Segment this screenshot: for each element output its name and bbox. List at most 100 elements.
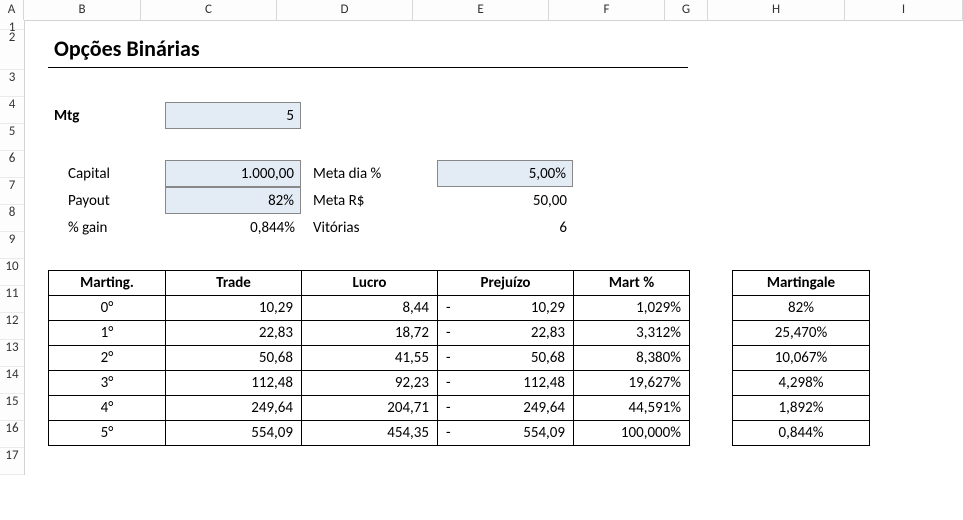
row-header-2[interactable]: 2 xyxy=(0,30,24,70)
col-trade[interactable]: Trade xyxy=(166,271,302,296)
prejuizo-value: 554,09 xyxy=(523,424,565,442)
trade-cell[interactable]: 22,83 xyxy=(166,321,302,346)
row-header-8[interactable]: 8 xyxy=(0,205,24,232)
row-headers: 1 2 3 4 5 6 7 8 9 10 11 12 13 14 15 16 1… xyxy=(0,20,25,475)
row-header-13[interactable]: 13 xyxy=(0,340,24,367)
col-prejuizo[interactable]: Prejuízo xyxy=(438,271,574,296)
lucro-cell[interactable]: 8,44 xyxy=(302,296,438,321)
lucro-cell[interactable]: 41,55 xyxy=(302,346,438,371)
row-header-3[interactable]: 3 xyxy=(0,70,24,97)
table-header-row: Marting. Trade Lucro Prejuízo Mart % xyxy=(49,271,690,296)
prejuizo-value: 10,29 xyxy=(531,299,565,317)
side-row: 82% xyxy=(733,296,870,321)
meta-dia-input[interactable]: 5,00% xyxy=(437,160,573,187)
row-header-11[interactable]: 11 xyxy=(0,286,24,313)
prejuizo-cell[interactable]: -10,29 xyxy=(438,296,574,321)
spreadsheet: A B C D E F G H I 1 2 3 4 5 6 7 8 9 10 1… xyxy=(0,0,963,520)
side-cell[interactable]: 10,067% xyxy=(733,346,870,371)
martpct-cell[interactable]: 1,029% xyxy=(574,296,690,321)
row-header-4[interactable]: 4 xyxy=(0,97,24,124)
marting-cell[interactable]: 2° xyxy=(49,346,166,371)
side-row: 25,470% xyxy=(733,321,870,346)
col-martpct[interactable]: Mart % xyxy=(574,271,690,296)
row-header-6[interactable]: 6 xyxy=(0,151,24,178)
prejuizo-value: 50,68 xyxy=(531,349,565,367)
row-header-14[interactable]: 14 xyxy=(0,367,24,394)
side-header[interactable]: Martingale xyxy=(733,271,870,296)
col-header-I[interactable]: I xyxy=(845,0,963,20)
prejuizo-value: 22,83 xyxy=(531,324,565,342)
side-cell[interactable]: 1,892% xyxy=(733,396,870,421)
row-header-9[interactable]: 9 xyxy=(0,232,24,259)
side-cell[interactable]: 4,298% xyxy=(733,371,870,396)
marting-cell[interactable]: 4° xyxy=(49,396,166,421)
row-header-7[interactable]: 7 xyxy=(0,178,24,205)
meta-rs-label: Meta R$ xyxy=(307,187,437,214)
marting-cell[interactable]: 0° xyxy=(49,296,166,321)
martpct-cell[interactable]: 8,380% xyxy=(574,346,690,371)
martingale-table: Marting. Trade Lucro Prejuízo Mart % 0°1… xyxy=(48,270,690,446)
marting-cell[interactable]: 1° xyxy=(49,321,166,346)
col-header-B[interactable]: B xyxy=(24,0,141,20)
vitorias-value: 6 xyxy=(437,214,573,241)
row-header-17[interactable]: 17 xyxy=(0,448,24,475)
row-header-5[interactable]: 5 xyxy=(0,124,24,151)
marting-cell[interactable]: 5° xyxy=(49,421,166,446)
meta-dia-label: Meta dia % xyxy=(307,160,437,187)
row-header-12[interactable]: 12 xyxy=(0,313,24,340)
col-header-C[interactable]: C xyxy=(141,0,277,20)
trade-cell[interactable]: 249,64 xyxy=(166,396,302,421)
prejuizo-value: 112,48 xyxy=(523,374,565,392)
side-cell[interactable]: 0,844% xyxy=(733,421,870,446)
mtg-input[interactable]: 5 xyxy=(165,102,301,129)
prejuizo-cell[interactable]: - 249,64 xyxy=(438,396,574,421)
trade-cell[interactable]: 554,09 xyxy=(166,421,302,446)
col-header-D[interactable]: D xyxy=(277,0,413,20)
column-headers: A B C D E F G H I xyxy=(0,0,963,21)
side-cell[interactable]: 82% xyxy=(733,296,870,321)
prejuizo-cell[interactable]: -22,83 xyxy=(438,321,574,346)
martpct-cell[interactable]: 100,000% xyxy=(574,421,690,446)
mtg-label: Mtg xyxy=(48,102,165,129)
col-header-F[interactable]: F xyxy=(549,0,665,20)
row-header-1[interactable]: 1 xyxy=(0,20,24,30)
table-row: 2°50,6841,55-50,688,380% xyxy=(49,346,690,371)
row-header-15[interactable]: 15 xyxy=(0,394,24,421)
martpct-cell[interactable]: 44,591% xyxy=(574,396,690,421)
payout-input[interactable]: 82% xyxy=(165,187,301,214)
payout-label: Payout xyxy=(62,187,165,214)
marting-cell[interactable]: 3° xyxy=(49,371,166,396)
col-header-G[interactable]: G xyxy=(665,0,708,20)
prejuizo-cell[interactable]: - 50,68 xyxy=(438,346,574,371)
martpct-cell[interactable]: 3,312% xyxy=(574,321,690,346)
minus-icon: - xyxy=(446,399,457,417)
col-lucro[interactable]: Lucro xyxy=(302,271,438,296)
trade-cell[interactable]: 50,68 xyxy=(166,346,302,371)
minus-icon: - xyxy=(446,424,457,442)
lucro-cell[interactable]: 92,23 xyxy=(302,371,438,396)
capital-label: Capital xyxy=(62,160,165,187)
side-row: 0,844% xyxy=(733,421,870,446)
capital-input[interactable]: 1.000,00 xyxy=(165,160,301,187)
prejuizo-cell[interactable]: -112,48 xyxy=(438,371,574,396)
meta-rs-value: 50,00 xyxy=(437,187,573,214)
col-marting[interactable]: Marting. xyxy=(49,271,166,296)
side-cell[interactable]: 25,470% xyxy=(733,321,870,346)
col-header-A[interactable]: A xyxy=(0,0,24,20)
martpct-cell[interactable]: 19,627% xyxy=(574,371,690,396)
trade-cell[interactable]: 112,48 xyxy=(166,371,302,396)
table-row: 0°10,298,44-10,291,029% xyxy=(49,296,690,321)
gain-label: % gain xyxy=(62,214,165,241)
col-header-H[interactable]: H xyxy=(708,0,845,20)
prejuizo-cell[interactable]: - 554,09 xyxy=(438,421,574,446)
trade-cell[interactable]: 10,29 xyxy=(166,296,302,321)
row-header-10[interactable]: 10 xyxy=(0,259,24,286)
row-header-16[interactable]: 16 xyxy=(0,421,24,448)
prejuizo-value: 249,64 xyxy=(523,399,565,417)
lucro-cell[interactable]: 18,72 xyxy=(302,321,438,346)
col-header-E[interactable]: E xyxy=(413,0,549,20)
lucro-cell[interactable]: 454,35 xyxy=(302,421,438,446)
gain-value: 0,844% xyxy=(165,214,301,241)
minus-icon: - xyxy=(446,349,457,367)
lucro-cell[interactable]: 204,71 xyxy=(302,396,438,421)
